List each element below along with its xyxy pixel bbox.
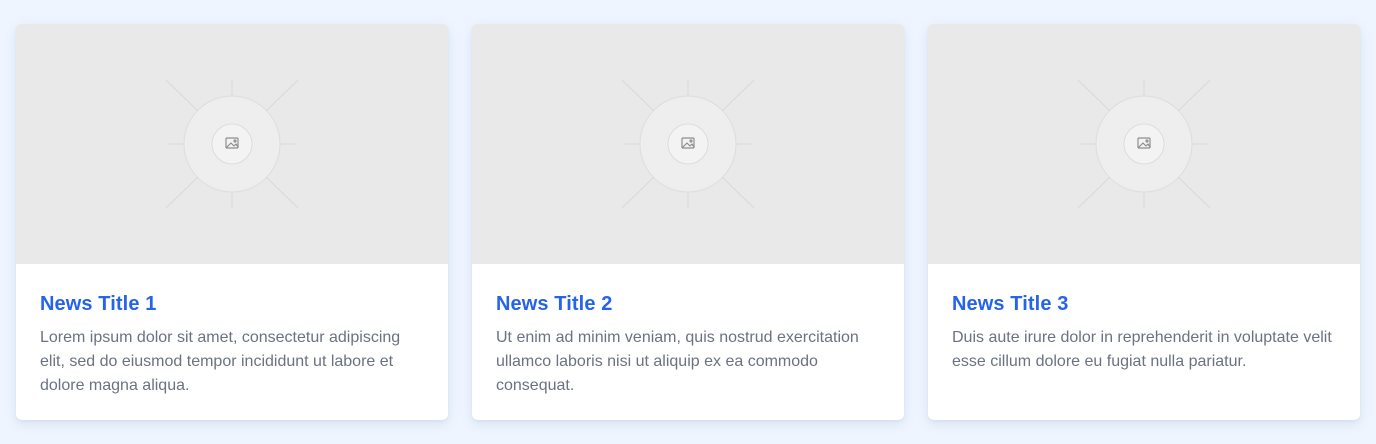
- news-card-excerpt: Duis aute irure dolor in reprehenderit i…: [952, 329, 1332, 370]
- news-card-excerpt: Ut enim ad minim veniam, quis nostrud ex…: [496, 329, 859, 394]
- news-card-1[interactable]: News Title 1 Lorem ipsum dolor sit amet,…: [16, 24, 448, 420]
- image-placeholder-icon: [621, 79, 755, 209]
- news-image-placeholder: [928, 24, 1360, 264]
- news-card-2[interactable]: News Title 2 Ut enim ad minim veniam, qu…: [472, 24, 904, 420]
- news-card-content: News Title 1 Lorem ipsum dolor sit amet,…: [16, 264, 448, 398]
- news-image-placeholder: [472, 24, 904, 264]
- news-card-excerpt: Lorem ipsum dolor sit amet, consectetur …: [40, 329, 401, 394]
- news-image-placeholder: [16, 24, 448, 264]
- news-card-content: News Title 2 Ut enim ad minim veniam, qu…: [472, 264, 904, 398]
- news-card-title[interactable]: News Title 3: [952, 292, 1336, 316]
- news-card-grid: News Title 1 Lorem ipsum dolor sit amet,…: [16, 24, 1360, 420]
- news-card-3[interactable]: News Title 3 Duis aute irure dolor in re…: [928, 24, 1360, 420]
- image-placeholder-icon: [1077, 79, 1211, 209]
- image-placeholder-icon: [165, 79, 299, 209]
- news-card-title[interactable]: News Title 1: [40, 292, 424, 316]
- news-card-title[interactable]: News Title 2: [496, 292, 880, 316]
- news-card-content: News Title 3 Duis aute irure dolor in re…: [928, 264, 1360, 374]
